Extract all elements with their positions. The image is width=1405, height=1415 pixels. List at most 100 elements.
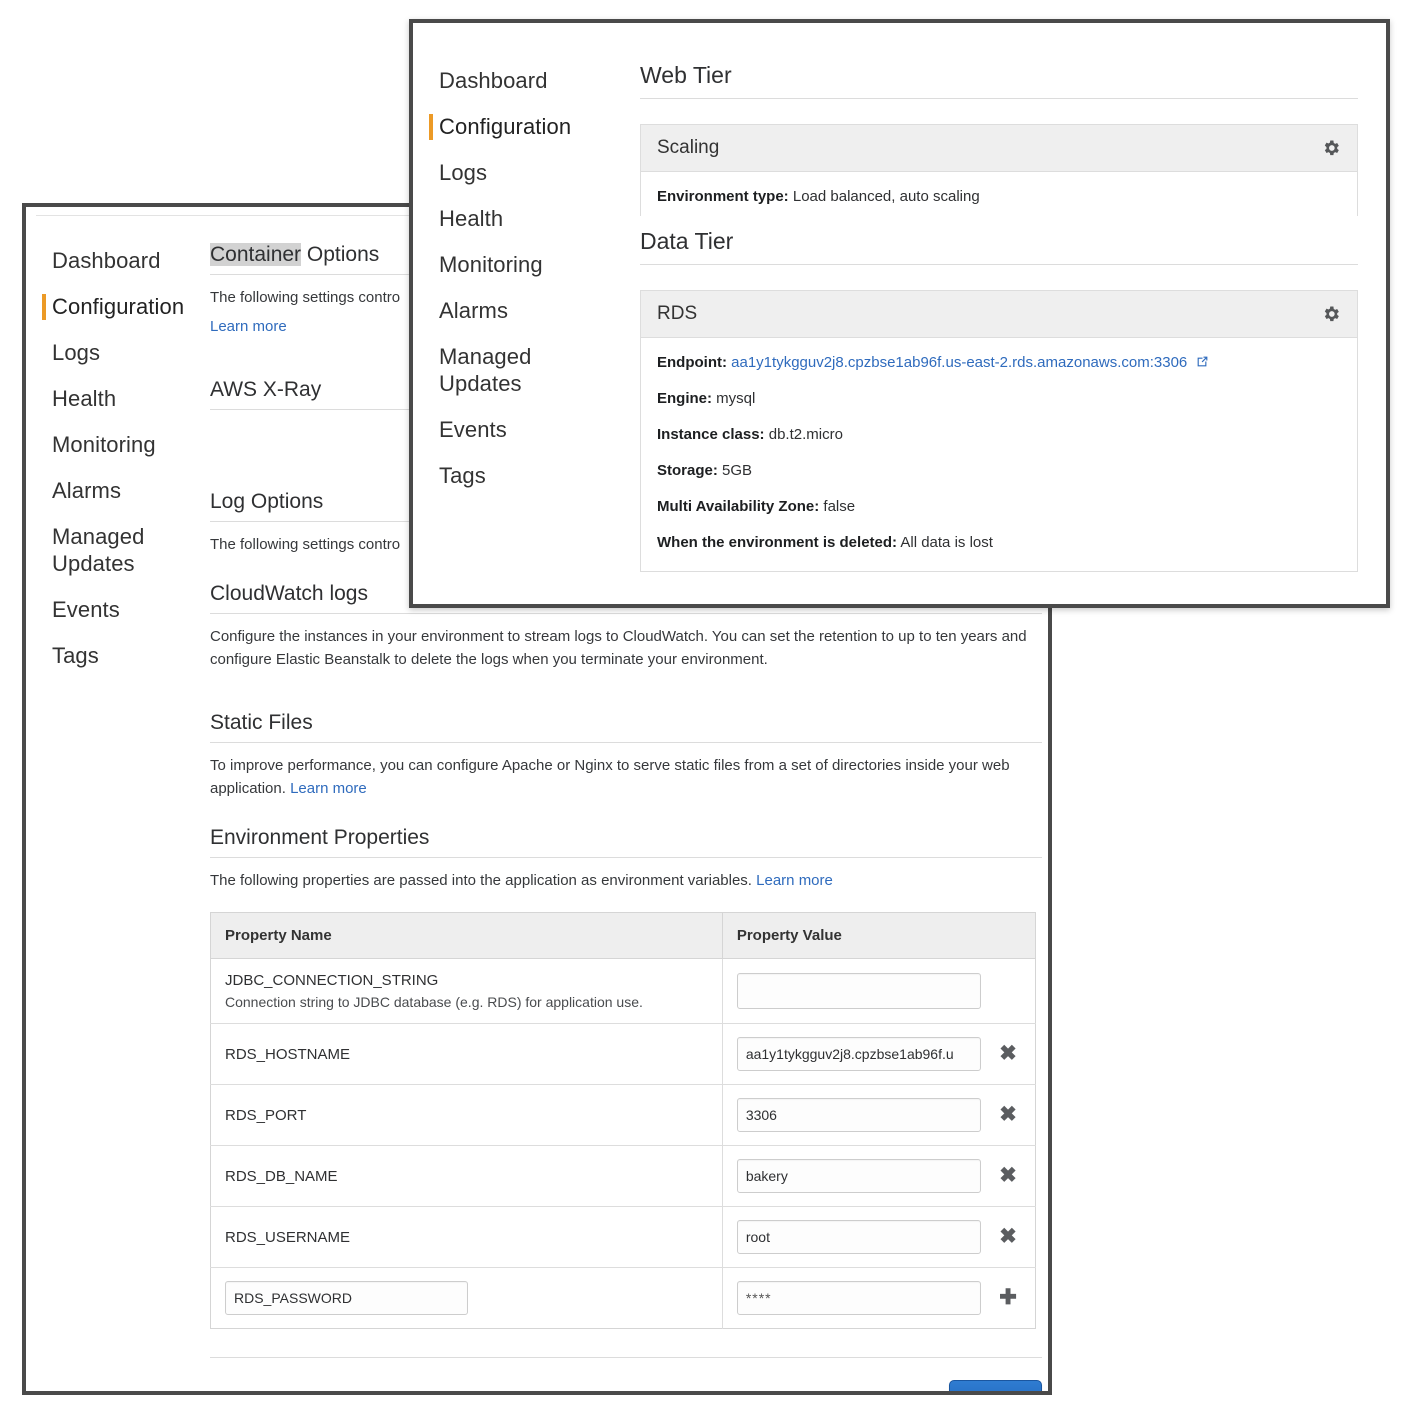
sidebar-item-monitoring[interactable]: Monitoring	[26, 431, 184, 458]
scaling-panel-title: Scaling	[657, 137, 719, 159]
rds-endpoint-row: Endpoint: aa1y1tykgguv2j8.cpzbse1ab96f.u…	[657, 353, 1341, 373]
sidebar-item-label: Alarms	[439, 298, 508, 323]
remove-property-icon[interactable]: ✖	[995, 1159, 1021, 1193]
environment-properties-description: The following properties are passed into…	[210, 869, 1042, 892]
sidebar-item-logs[interactable]: Logs	[413, 159, 571, 186]
scaling-environment-type-row: Environment type: Load balanced, auto sc…	[657, 187, 1341, 207]
property-value-input[interactable]	[737, 973, 981, 1009]
sidebar-item-label: Managed Updates	[439, 344, 531, 396]
table-header-row: Property Name Property Value	[211, 913, 1036, 959]
property-name: RDS_USERNAME	[225, 1229, 708, 1246]
column-header-property-value: Property Value	[722, 913, 1035, 959]
rds-endpoint-link[interactable]: aa1y1tykgguv2j8.cpzbse1ab96f.us-east-2.r…	[731, 354, 1187, 371]
scaling-panel-body: Environment type: Load balanced, auto sc…	[641, 172, 1357, 216]
sidebar-item-managed-updates[interactable]: Managed Updates	[26, 523, 184, 577]
rds-endpoint-key: Endpoint:	[657, 354, 727, 371]
rds-on-delete-value: All data is lost	[897, 534, 993, 551]
sidebar-item-label: Alarms	[52, 478, 121, 503]
spacer	[210, 677, 1042, 711]
rds-engine-value: mysql	[712, 390, 755, 407]
scaling-environment-type-key: Environment type:	[657, 188, 789, 205]
sidebar-item-events[interactable]: Events	[26, 596, 184, 623]
scaling-panel-header: Scaling	[641, 125, 1357, 172]
rds-engine-key: Engine:	[657, 390, 712, 407]
sidebar-item-label: Events	[439, 417, 507, 442]
front-main-content: Web Tier Scaling Environment type: Load …	[640, 62, 1358, 572]
rds-instance-class-value: db.t2.micro	[765, 426, 843, 443]
sidebar-item-label: Monitoring	[52, 432, 156, 457]
apply-button[interactable]: Apply	[949, 1380, 1042, 1395]
sidebar-item-label: Tags	[439, 463, 486, 488]
sidebar-item-managed-updates[interactable]: Managed Updates	[413, 343, 571, 397]
environment-properties-learn-more-link[interactable]: Learn more	[756, 872, 833, 889]
sidebar-item-label: Health	[52, 386, 116, 411]
remove-property-icon[interactable]: ✖	[995, 1037, 1021, 1071]
property-name: RDS_HOSTNAME	[225, 1046, 708, 1063]
environment-properties-table: Property Name Property Value JDBC_CONNEC…	[210, 912, 1036, 1329]
external-link-icon[interactable]	[1196, 354, 1209, 367]
container-options-learn-more-link[interactable]: Learn more	[210, 318, 287, 335]
property-name: RDS_PORT	[225, 1107, 708, 1124]
rds-panel-body: Endpoint: aa1y1tykgguv2j8.cpzbse1ab96f.u…	[641, 338, 1357, 571]
environment-properties-description-text: The following properties are passed into…	[210, 872, 756, 889]
new-property-name-input[interactable]: RDS_PASSWORD	[225, 1281, 468, 1315]
screenshot-stage: Dashboard Configuration Logs Health Moni…	[0, 0, 1405, 1415]
table-row: RDS_DB_NAME bakery ✖	[211, 1146, 1036, 1207]
spacer	[210, 806, 1042, 826]
container-options-heading-rest: Options	[301, 243, 379, 266]
remove-property-icon[interactable]: ✖	[995, 1098, 1021, 1132]
table-row: RDS_USERNAME root ✖	[211, 1207, 1036, 1268]
property-name: JDBC_CONNECTION_STRING	[225, 972, 708, 989]
sidebar-item-alarms[interactable]: Alarms	[26, 477, 184, 504]
front-sidebar-nav: Dashboard Configuration Logs Health Moni…	[413, 67, 571, 508]
property-value-input[interactable]: 3306	[737, 1098, 981, 1132]
foreground-window: Dashboard Configuration Logs Health Moni…	[409, 19, 1390, 608]
environment-properties-heading: Environment Properties	[210, 826, 1042, 858]
sidebar-item-label: Logs	[439, 160, 487, 185]
sidebar-item-configuration[interactable]: Configuration	[413, 113, 571, 140]
property-value-input[interactable]: root	[737, 1220, 981, 1254]
add-property-icon[interactable]: ✚	[995, 1281, 1021, 1315]
cloudwatch-logs-description: Configure the instances in your environm…	[210, 625, 1042, 671]
sidebar-item-health[interactable]: Health	[26, 385, 184, 412]
sidebar-item-logs[interactable]: Logs	[26, 339, 184, 366]
static-files-heading: Static Files	[210, 711, 1042, 743]
remove-property-icon[interactable]: ✖	[995, 1220, 1021, 1254]
rds-storage-key: Storage:	[657, 462, 718, 479]
gear-icon[interactable]	[1321, 138, 1341, 158]
sidebar-item-configuration[interactable]: Configuration	[26, 293, 184, 320]
sidebar-item-label: Configuration	[439, 114, 571, 139]
sidebar-item-events[interactable]: Events	[413, 416, 571, 443]
rds-on-delete-row: When the environment is deleted: All dat…	[657, 533, 1341, 553]
sidebar-item-health[interactable]: Health	[413, 205, 571, 232]
gear-icon[interactable]	[1321, 304, 1341, 324]
property-value-input[interactable]: aa1y1tykgguv2j8.cpzbse1ab96f.u	[737, 1037, 981, 1071]
sidebar-item-alarms[interactable]: Alarms	[413, 297, 571, 324]
new-property-value-input[interactable]: ****	[737, 1281, 981, 1315]
rds-multi-az-row: Multi Availability Zone: false	[657, 497, 1341, 517]
cancel-button[interactable]: Cancel	[867, 1391, 923, 1395]
scaling-panel-clip: Scaling Environment type: Load balanced,…	[640, 124, 1358, 216]
sidebar-item-label: Dashboard	[52, 248, 161, 273]
rds-storage-value: 5GB	[718, 462, 752, 479]
sidebar-item-tags[interactable]: Tags	[26, 642, 184, 669]
rds-storage-row: Storage: 5GB	[657, 461, 1341, 481]
static-files-description: To improve performance, you can configur…	[210, 754, 1042, 800]
static-files-learn-more-link[interactable]: Learn more	[290, 780, 367, 797]
sidebar-item-label: Events	[52, 597, 120, 622]
rds-instance-class-key: Instance class:	[657, 426, 765, 443]
table-row: RDS_PORT 3306 ✖	[211, 1085, 1036, 1146]
sidebar-item-dashboard[interactable]: Dashboard	[26, 247, 184, 274]
sidebar-item-label: Configuration	[52, 294, 184, 319]
sidebar-item-label: Monitoring	[439, 252, 543, 277]
rds-multi-az-key: Multi Availability Zone:	[657, 498, 819, 515]
back-sidebar-nav: Dashboard Configuration Logs Health Moni…	[26, 247, 184, 688]
property-value-input[interactable]: bakery	[737, 1159, 981, 1193]
sidebar-item-tags[interactable]: Tags	[413, 462, 571, 489]
scaling-environment-type-value: Load balanced, auto scaling	[789, 188, 980, 205]
sidebar-item-monitoring[interactable]: Monitoring	[413, 251, 571, 278]
rds-engine-row: Engine: mysql	[657, 389, 1341, 409]
property-description: Connection string to JDBC database (e.g.…	[225, 994, 708, 1010]
sidebar-item-dashboard[interactable]: Dashboard	[413, 67, 571, 94]
sidebar-item-label: Health	[439, 206, 503, 231]
